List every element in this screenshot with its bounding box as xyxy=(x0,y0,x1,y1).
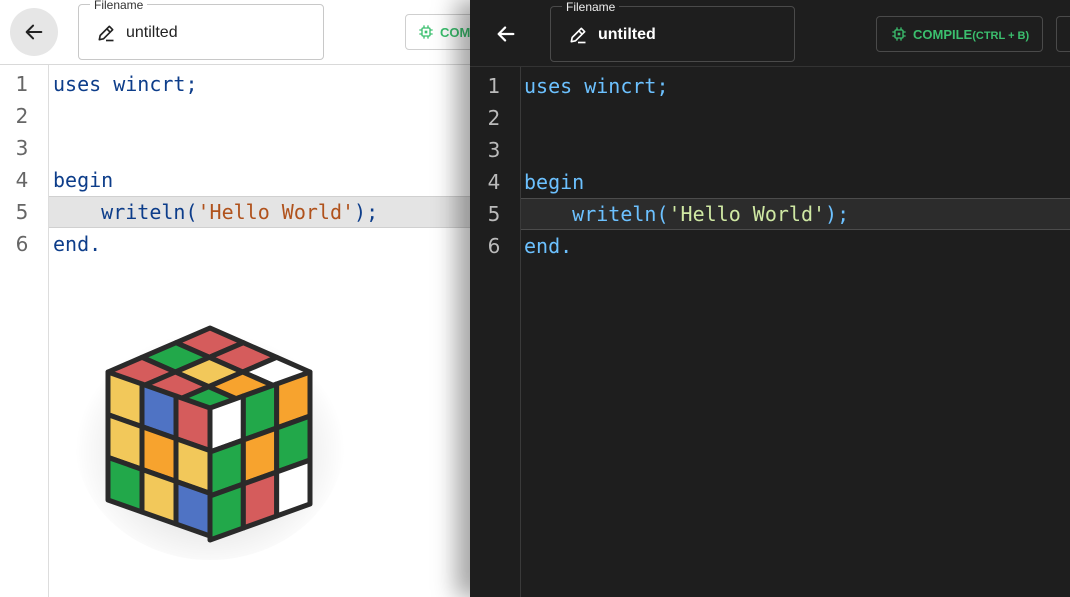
line-number: 1 xyxy=(487,74,501,98)
code-text: uses wincrt; xyxy=(524,70,669,102)
code-line[interactable]: 3 xyxy=(470,134,1070,166)
code-token: begin xyxy=(53,168,114,192)
line-number: 4 xyxy=(15,168,29,192)
toolbar-extra-button[interactable] xyxy=(1056,16,1070,52)
line-number: 2 xyxy=(487,106,501,130)
compile-button[interactable]: COMPI xyxy=(405,14,470,50)
line-number: 3 xyxy=(487,138,501,162)
code-token: end. xyxy=(53,232,102,256)
code-text: begin xyxy=(524,166,584,198)
line-number: 3 xyxy=(15,136,29,160)
filename-field[interactable]: Filename untilted xyxy=(550,1,795,62)
back-button[interactable] xyxy=(10,8,58,56)
dark-theme-editor: Filename untilted COMPILE(CTRL + B) 1 use… xyxy=(470,0,1070,597)
code-token: ); xyxy=(825,202,850,226)
compile-button-label: COMPILE(CTRL + B) xyxy=(913,26,1030,42)
code-line[interactable]: 6 end. xyxy=(470,230,1070,262)
line-number: 5 xyxy=(15,200,29,224)
filename-field[interactable]: Filename untilted xyxy=(78,0,324,60)
code-text: end. xyxy=(524,230,572,262)
code-line[interactable]: 3 xyxy=(0,132,470,164)
code-text: uses wincrt; xyxy=(53,68,198,100)
editor-toolbar: Filename untilted COMPI xyxy=(0,0,470,65)
line-number: 2 xyxy=(15,104,29,128)
code-token: ); xyxy=(354,200,379,224)
filename-label: Filename xyxy=(90,0,148,11)
string-token: 'Hello World' xyxy=(668,202,826,226)
code-token: uses wincrt; xyxy=(53,72,198,96)
arrow-left-icon xyxy=(497,26,515,42)
rubiks-cube-image xyxy=(70,300,350,560)
code-line[interactable]: 1 uses wincrt; xyxy=(470,70,1070,102)
code-line[interactable]: 1 uses wincrt; xyxy=(0,68,470,100)
code-line[interactable]: 6 end. xyxy=(0,228,470,260)
compile-button[interactable]: COMPILE(CTRL + B) xyxy=(876,16,1043,52)
chip-icon xyxy=(419,25,433,39)
light-theme-editor: Filename untilted COMPI 1 uses wincrt; 2 3 4… xyxy=(0,0,470,597)
code-text: writeln('Hello World'); xyxy=(53,196,378,228)
code-token: writeln( xyxy=(53,200,198,224)
line-number: 6 xyxy=(487,234,501,258)
code-text: begin xyxy=(53,164,113,196)
code-text: writeln('Hello World'); xyxy=(524,198,849,230)
code-line[interactable]: 2 xyxy=(470,102,1070,134)
filename-label: Filename xyxy=(562,1,620,13)
line-number: 6 xyxy=(15,232,29,256)
string-token: 'Hello World' xyxy=(197,200,355,224)
editor-toolbar: Filename untilted COMPILE(CTRL + B) xyxy=(470,0,1070,67)
arrow-left-icon xyxy=(25,24,43,40)
code-token: begin xyxy=(524,170,585,194)
code-text: end. xyxy=(53,228,101,260)
filename-value[interactable]: untilted xyxy=(598,26,656,44)
code-line[interactable]: 4 begin xyxy=(470,166,1070,198)
chip-icon xyxy=(892,27,906,41)
back-button[interactable] xyxy=(482,10,530,58)
compile-shortcut: (CTRL + B) xyxy=(972,29,1030,42)
code-editor[interactable]: 1 uses wincrt; 2 3 4 begin 5 writeln('Hello Wo… xyxy=(470,70,1070,597)
filename-value[interactable]: untilted xyxy=(126,24,178,42)
code-token: end. xyxy=(524,234,573,258)
line-number: 5 xyxy=(487,202,501,226)
rubiks-cube-icon xyxy=(75,320,345,560)
pencil-icon xyxy=(98,25,114,42)
pencil-icon xyxy=(570,27,586,44)
compile-button-label: COMPI xyxy=(440,24,470,40)
code-line[interactable]: 5 writeln('Hello World'); xyxy=(0,196,470,228)
code-token: writeln( xyxy=(524,202,669,226)
code-line[interactable]: 2 xyxy=(0,100,470,132)
code-line[interactable]: 5 writeln('Hello World'); xyxy=(470,198,1070,230)
code-token: uses wincrt; xyxy=(524,74,669,98)
code-line[interactable]: 4 begin xyxy=(0,164,470,196)
line-number: 4 xyxy=(487,170,501,194)
line-number: 1 xyxy=(15,72,29,96)
